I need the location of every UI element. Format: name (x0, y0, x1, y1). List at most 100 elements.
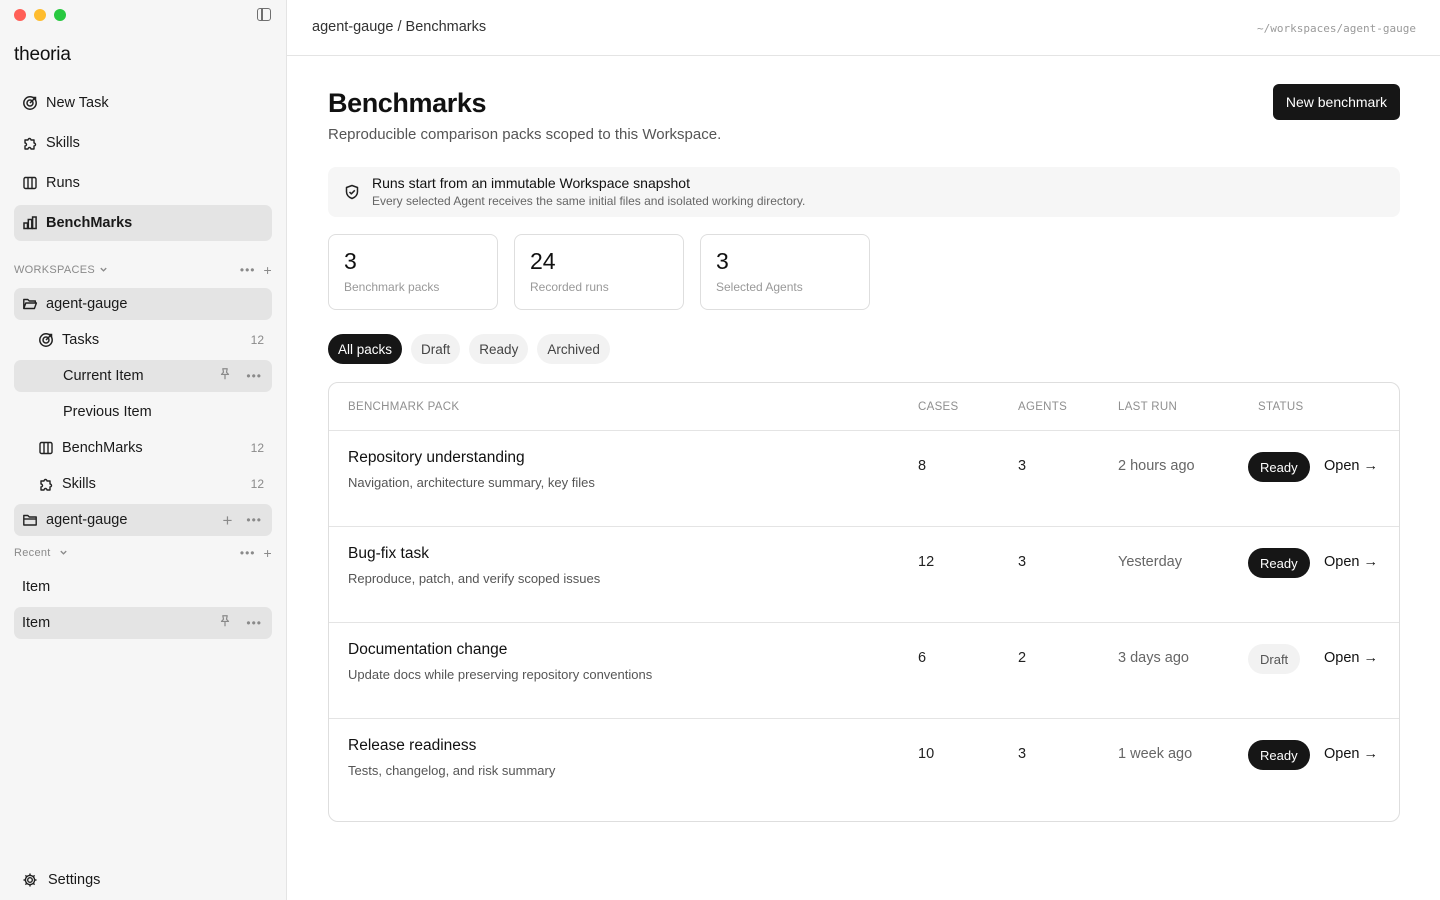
table-row[interactable]: Release readiness Tests, changelog, and … (329, 719, 1399, 815)
more-icon[interactable]: ••• (246, 369, 262, 383)
column-header: STATUS (1258, 401, 1304, 413)
pack-description: Update docs while preserving repository … (348, 667, 653, 682)
benchmarks-table: BENCHMARK PACK CASES AGENTS LAST RUN STA… (328, 382, 1400, 822)
settings-label: Settings (48, 872, 101, 888)
workspace-path: ~/workspaces/agent-gauge (1257, 22, 1416, 35)
more-icon[interactable]: ••• (246, 513, 262, 527)
app-brand: theoria (14, 44, 71, 65)
table-row[interactable]: Documentation change Update docs while p… (329, 623, 1399, 719)
agents-cell: 2 (1018, 650, 1027, 666)
columns-icon (22, 175, 38, 191)
snapshot-notice: Runs start from an immutable Workspace s… (328, 167, 1400, 217)
filter-chips: All packs Draft Ready Archived (328, 334, 610, 364)
chevron-down-icon[interactable] (59, 548, 68, 559)
stat-label: Selected Agents (716, 280, 803, 294)
toggle-sidebar-icon[interactable] (257, 8, 271, 21)
table-row[interactable]: Bug-fix task Reproduce, patch, and verif… (329, 527, 1399, 623)
pin-icon[interactable] (218, 614, 232, 632)
last-run-cell: Yesterday (1118, 554, 1182, 570)
recent-item[interactable]: Item (14, 571, 272, 603)
more-icon[interactable]: ••• (240, 263, 256, 277)
open-link[interactable]: Open → (1324, 746, 1378, 762)
workspace-child-current-item[interactable]: Current Item ••• (14, 360, 272, 392)
breadcrumb[interactable]: agent-gauge / Benchmarks (312, 19, 486, 35)
pack-name: Bug-fix task (348, 545, 429, 562)
workspace-child-skills[interactable]: Skills 12 (14, 468, 272, 500)
zoom-window-button[interactable] (54, 9, 66, 21)
recent-item-label: Item (22, 615, 51, 631)
add-icon[interactable]: + (222, 512, 232, 529)
more-icon[interactable]: ••• (240, 546, 256, 560)
nav-item-label: BenchMarks (46, 215, 133, 231)
recent-label: Recent (14, 547, 51, 559)
folder-icon (22, 512, 38, 528)
workspace-name: agent-gauge (46, 512, 128, 528)
workspace-item[interactable]: agent-gauge + ••• (14, 504, 272, 536)
nav-item-label: New Task (46, 95, 109, 111)
filter-all-packs[interactable]: All packs (328, 334, 403, 364)
notice-description: Every selected Agent receives the same i… (372, 194, 806, 208)
workspace-child-previous-item[interactable]: Previous Item (14, 396, 272, 428)
nav-item-label: Runs (46, 175, 80, 191)
column-header: BENCHMARK PACK (348, 401, 460, 413)
pack-description: Reproduce, patch, and verify scoped issu… (348, 571, 601, 586)
workspace-child-tasks[interactable]: Tasks 12 (14, 324, 272, 356)
last-run-cell: 3 days ago (1118, 650, 1189, 666)
recent-item[interactable]: Item ••• (14, 607, 272, 639)
workspace-child-label: Previous Item (63, 404, 152, 420)
target-icon (22, 95, 38, 111)
filter-draft[interactable]: Draft (411, 334, 461, 364)
workspace-child-label: BenchMarks (62, 440, 143, 456)
pack-description: Tests, changelog, and risk summary (348, 763, 556, 778)
nav-item-runs[interactable]: Runs (14, 165, 272, 201)
workspaces-label: WORKSPACES (14, 264, 96, 276)
shield-check-icon (344, 184, 360, 200)
folder-open-icon (22, 296, 38, 312)
agents-cell: 3 (1018, 458, 1027, 474)
table-row[interactable]: Repository understanding Navigation, arc… (329, 431, 1399, 527)
status-badge: Ready (1248, 740, 1310, 770)
open-link[interactable]: Open → (1324, 458, 1378, 474)
workspace-child-label: Current Item (63, 368, 144, 384)
stat-value: 24 (530, 248, 556, 274)
add-recent-icon[interactable]: + (264, 545, 272, 561)
bar-chart-icon (22, 215, 38, 231)
agents-cell: 3 (1018, 554, 1027, 570)
column-header: CASES (918, 401, 959, 413)
settings-button[interactable]: Settings (14, 866, 100, 894)
open-link[interactable]: Open → (1324, 650, 1378, 666)
pin-icon[interactable] (218, 367, 232, 385)
gear-icon (22, 872, 38, 888)
recent-item-label: Item (22, 579, 51, 595)
cases-cell: 12 (918, 554, 935, 570)
stat-card: 3 Benchmark packs (328, 234, 498, 310)
stat-value: 3 (344, 248, 357, 274)
filter-ready[interactable]: Ready (469, 334, 529, 364)
minimize-window-button[interactable] (34, 9, 46, 21)
window-controls (14, 9, 66, 21)
nav-item-new-task[interactable]: New Task (14, 85, 272, 121)
nav-item-label: Skills (46, 135, 80, 151)
pack-name: Repository understanding (348, 449, 525, 466)
nav-item-skills[interactable]: Skills (14, 125, 272, 161)
workspace-name: agent-gauge (46, 296, 128, 312)
columns-icon (38, 440, 54, 456)
close-window-button[interactable] (14, 9, 26, 21)
count-badge: 12 (250, 441, 264, 455)
stat-card: 3 Selected Agents (700, 234, 870, 310)
more-icon[interactable]: ••• (246, 616, 262, 630)
filter-archived[interactable]: Archived (537, 334, 610, 364)
status-badge: Ready (1248, 452, 1310, 482)
chevron-down-icon[interactable] (99, 265, 108, 276)
cases-cell: 8 (918, 458, 927, 474)
nav-item-benchmarks[interactable]: BenchMarks (14, 205, 272, 241)
workspace-item[interactable]: agent-gauge (14, 288, 272, 320)
page-title: Benchmarks (328, 88, 487, 118)
open-link[interactable]: Open → (1324, 554, 1378, 570)
add-workspace-icon[interactable]: + (264, 262, 272, 278)
workspace-child-benchmarks[interactable]: BenchMarks 12 (14, 432, 272, 464)
puzzle-icon (22, 135, 38, 151)
column-header: LAST RUN (1118, 401, 1178, 413)
new-benchmark-button[interactable]: New benchmark (1272, 84, 1400, 120)
count-badge: 12 (250, 333, 264, 347)
